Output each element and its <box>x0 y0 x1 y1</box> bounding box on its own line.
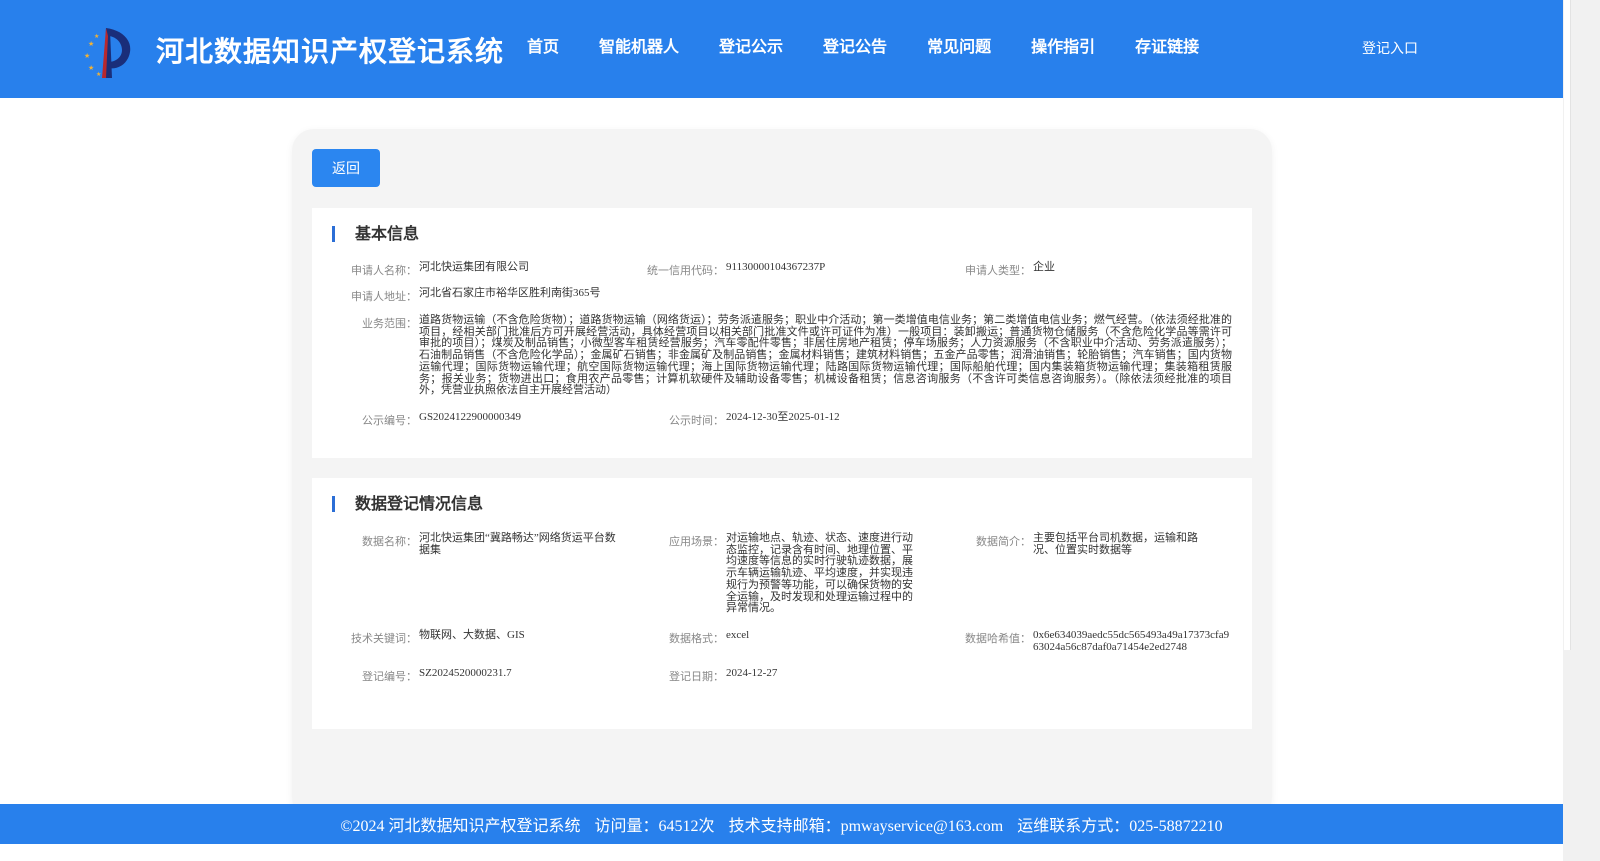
data-registration-card: 数据登记情况信息 数据名称： 河北快运集团“冀路畅达”网络货运平台数据集 应用场… <box>312 478 1252 729</box>
footer-copyright: ©2024 河北数据知识产权登记系统 <box>340 818 581 835</box>
back-button[interactable]: 返回 <box>312 149 380 187</box>
svg-text:★: ★ <box>96 71 101 78</box>
scenario-value: 对运输地点、轨迹、状态、速度进行动态监控，记录含有时间、地理位置、平均速度等信息… <box>726 532 913 615</box>
nav-guide[interactable]: 操作指引 <box>1011 34 1115 60</box>
format-label: 数据格式： <box>669 633 724 645</box>
notice-time-label: 公示时间： <box>669 415 724 427</box>
scrollbar[interactable] <box>1563 0 1600 861</box>
keywords-label: 技术关键词： <box>351 633 417 645</box>
basic-info-card: 基本信息 申请人名称： 河北快运集团有限公司 统一信用代码： 911300001… <box>312 208 1252 458</box>
data-name-label: 数据名称： <box>362 536 417 548</box>
notice-time-value: 2024-12-30至2025-01-12 <box>726 411 840 423</box>
business-scope-label: 业务范围： <box>362 318 417 330</box>
applicant-name-label: 申请人名称： <box>351 265 417 277</box>
data-registration-title: 数据登记情况信息 <box>332 496 483 512</box>
applicant-type-label: 申请人类型： <box>965 265 1031 277</box>
nav-publicity[interactable]: 登记公示 <box>699 34 803 60</box>
nav-robot[interactable]: 智能机器人 <box>579 34 699 60</box>
credit-code-label: 统一信用代码： <box>647 265 724 277</box>
applicant-type-value: 企业 <box>1033 261 1055 273</box>
keywords-value: 物联网、大数据、GIS <box>419 629 525 641</box>
hash-value: 0x6e634039aedc55dc565493a49a17373cfa9630… <box>1033 629 1230 653</box>
reg-no-label: 登记编号： <box>362 671 417 683</box>
svg-text:★: ★ <box>88 40 94 48</box>
intro-value: 主要包括平台司机数据，运输和路况、位置实时数据等 <box>1033 532 1198 556</box>
data-name-value: 河北快运集团“冀路畅达”网络货运平台数据集 <box>419 532 616 556</box>
basic-info-title: 基本信息 <box>332 226 419 242</box>
scrollbar-thumb[interactable] <box>1564 0 1571 650</box>
nav-evidence-link[interactable]: 存证链接 <box>1115 34 1219 60</box>
login-link[interactable]: 登记入口 <box>1362 38 1418 58</box>
footer-email: 技术支持邮箱：pmwayservice@163.com <box>728 818 1004 835</box>
svg-text:★: ★ <box>84 52 90 60</box>
notice-no-label: 公示编号： <box>362 415 417 427</box>
footer-visits: 访问量：64512次 <box>594 818 715 835</box>
svg-text:★: ★ <box>88 64 94 72</box>
nav-faq[interactable]: 常见问题 <box>907 34 1011 60</box>
credit-code-value: 91130000104367237P <box>726 261 826 273</box>
applicant-name-value: 河北快运集团有限公司 <box>419 261 529 273</box>
reg-no-value: SZ2024520000231.7 <box>419 667 512 679</box>
address-value: 河北省石家庄市裕华区胜利南街365号 <box>419 287 601 299</box>
hash-label: 数据哈希值： <box>965 633 1031 645</box>
nav-announcement[interactable]: 登记公告 <box>803 34 907 60</box>
site-title: 河北数据知识产权登记系统 <box>156 35 505 68</box>
main-nav: 首页 智能机器人 登记公示 登记公告 常见问题 操作指引 存证链接 <box>507 34 1219 60</box>
footer-phone: 运维联系方式：025-58872210 <box>1017 818 1223 835</box>
nav-home[interactable]: 首页 <box>507 34 579 60</box>
reg-date-label: 登记日期： <box>669 671 724 683</box>
address-label: 申请人地址： <box>351 291 417 303</box>
business-scope-value: 道路货物运输（不含危险货物）；道路货物运输（网络货运）；劳务派遣服务；职业中介活… <box>419 314 1232 397</box>
scenario-label: 应用场景： <box>669 536 724 548</box>
intro-label: 数据简介： <box>976 536 1031 548</box>
logo-icon: ★ ★ ★ ★ ★ <box>84 28 131 78</box>
format-value: excel <box>726 629 750 641</box>
header: ★ ★ ★ ★ ★ 河北数据知识产权登记系统 首页 智能机器人 登记公示 登记公… <box>0 0 1563 98</box>
svg-text:★: ★ <box>94 33 99 40</box>
footer: ©2024 河北数据知识产权登记系统 访问量：64512次 技术支持邮箱：pmw… <box>0 804 1563 844</box>
notice-no-value: GS2024122900000349 <box>419 411 522 423</box>
detail-panel: 返回 基本信息 申请人名称： 河北快运集团有限公司 统一信用代码： 911300… <box>292 129 1272 819</box>
reg-date-value: 2024-12-27 <box>726 667 778 679</box>
